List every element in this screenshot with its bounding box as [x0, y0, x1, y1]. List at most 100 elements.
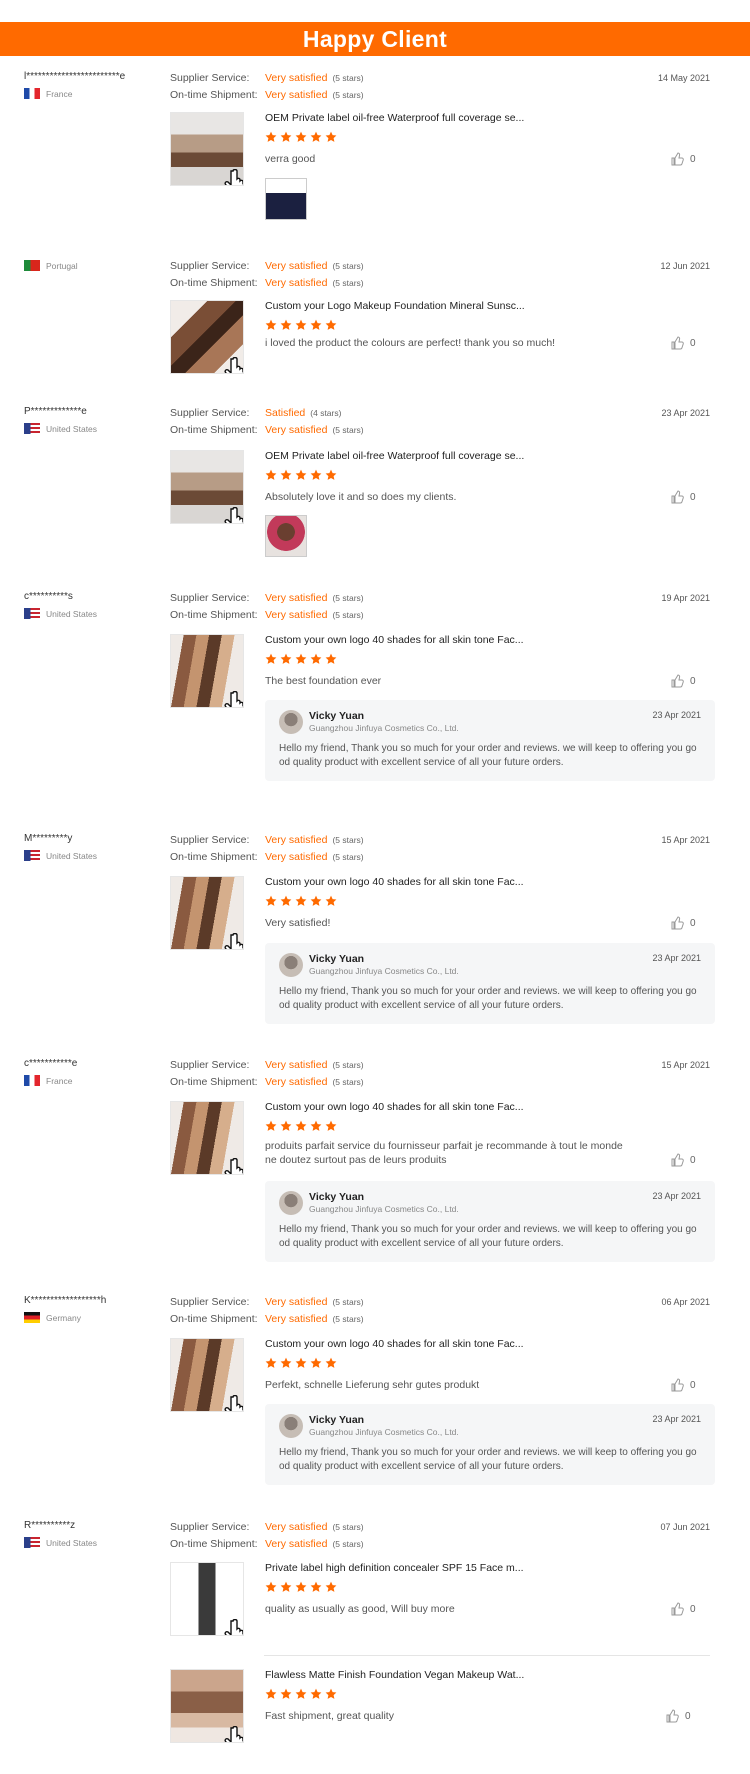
shipment-label: On-time Shipment: — [170, 851, 258, 863]
review-text: produits parfait service du fournisseur … — [265, 1140, 623, 1166]
like-button[interactable]: 0 — [670, 1602, 696, 1616]
avatar — [279, 953, 303, 977]
buyer-country: France — [24, 1075, 77, 1086]
product-thumbnail[interactable] — [170, 876, 244, 950]
germany-flag-icon — [24, 1312, 40, 1323]
thumbs-up-icon — [671, 916, 684, 930]
review-text: verra good — [265, 153, 316, 165]
reply-company: Guangzhou Jinfuya Cosmetics Co., Ltd. — [309, 723, 459, 733]
product-title[interactable]: Custom your own logo 40 shades for all s… — [265, 1101, 524, 1113]
star-icon — [265, 1120, 277, 1131]
star-icon — [280, 1688, 292, 1699]
like-button[interactable]: 0 — [665, 1709, 691, 1723]
like-button[interactable]: 0 — [670, 674, 696, 688]
avatar — [279, 710, 303, 734]
shipment-rating: Very satisfied — [265, 609, 328, 621]
like-count: 0 — [690, 337, 696, 349]
star-icon — [310, 469, 322, 480]
review-text: i loved the product the colours are perf… — [265, 337, 556, 349]
shipment-stars: (5 stars) — [332, 1077, 364, 1087]
country-label: United States — [46, 1537, 98, 1548]
reply-message: Hello my friend, Thank you so much for y… — [279, 1447, 697, 1472]
product-thumbnail[interactable] — [170, 300, 244, 374]
thumbs-up-icon — [671, 674, 684, 688]
product-thumbnail[interactable] — [170, 450, 244, 524]
country-label: Germany — [46, 1312, 81, 1323]
product-rating-stars — [265, 653, 337, 665]
product-thumbnail[interactable] — [170, 634, 244, 708]
buyer-country: United States — [24, 608, 97, 619]
country-label: United States — [46, 850, 98, 861]
country-label: France — [46, 88, 73, 99]
pointer-hand-icon — [224, 933, 243, 949]
product-rating-stars — [265, 1581, 337, 1593]
star-icon — [265, 1357, 277, 1368]
like-button[interactable]: 0 — [670, 152, 696, 166]
seller-reply: Vicky Yuan Guangzhou Jinfuya Cosmetics C… — [265, 700, 715, 781]
star-icon — [325, 1581, 337, 1592]
product-title[interactable]: Custom your Logo Makeup Foundation Miner… — [265, 300, 525, 312]
supplier-service-label: Supplier Service: — [170, 1296, 250, 1308]
product-thumbnail[interactable] — [170, 1101, 244, 1175]
supplier-stars: (5 stars) — [332, 1060, 364, 1070]
star-icon — [265, 469, 277, 480]
product-title[interactable]: Private label high definition concealer … — [265, 1562, 524, 1574]
reply-date: 23 Apr 2021 — [652, 953, 701, 963]
buyer-country: United States — [24, 850, 97, 861]
star-icon — [280, 131, 292, 142]
star-icon — [295, 1581, 307, 1592]
product-title[interactable]: Custom your own logo 40 shades for all s… — [265, 634, 524, 646]
product-thumbnail[interactable] — [170, 1669, 244, 1743]
pointer-hand-icon — [224, 357, 243, 373]
like-button[interactable]: 0 — [670, 490, 696, 504]
shipment-label: On-time Shipment: — [170, 609, 258, 621]
product-thumbnail[interactable] — [170, 112, 244, 186]
product-thumbnail[interactable] — [170, 1562, 244, 1636]
supplier-service-label: Supplier Service: — [170, 1521, 250, 1533]
star-icon — [280, 1357, 292, 1368]
star-icon — [265, 653, 277, 664]
like-button[interactable]: 0 — [670, 1378, 696, 1392]
star-icon — [325, 1688, 337, 1699]
product-title[interactable]: Custom your own logo 40 shades for all s… — [265, 876, 524, 888]
shipment-rating: Very satisfied — [265, 1076, 328, 1088]
reply-message: Hello my friend, Thank you so much for y… — [279, 743, 697, 768]
supplier-service-label: Supplier Service: — [170, 72, 250, 84]
star-icon — [295, 131, 307, 142]
like-button[interactable]: 0 — [670, 336, 696, 350]
review-date: 15 Apr 2021 — [661, 1060, 710, 1070]
like-count: 0 — [690, 1379, 696, 1391]
pointer-hand-icon — [224, 507, 243, 523]
like-button[interactable]: 0 — [670, 1153, 696, 1167]
seller-reply: Vicky Yuan Guangzhou Jinfuya Cosmetics C… — [265, 1404, 715, 1485]
star-icon — [295, 469, 307, 480]
buyer-country: Germany — [24, 1312, 106, 1323]
product-title[interactable]: Flawless Matte Finish Foundation Vegan M… — [265, 1669, 524, 1681]
product-title[interactable]: Custom your own logo 40 shades for all s… — [265, 1338, 524, 1350]
review-date: 19 Apr 2021 — [661, 593, 710, 603]
thumbs-up-icon — [671, 490, 684, 504]
product-thumbnail[interactable] — [170, 1338, 244, 1412]
buyer-name: R**********z — [24, 1520, 76, 1531]
review-photo[interactable] — [265, 178, 307, 220]
supplier-stars: (5 stars) — [332, 593, 364, 603]
review-text: Very satisfied! — [265, 917, 331, 929]
review-photo[interactable] — [265, 515, 307, 557]
like-button[interactable]: 0 — [670, 916, 696, 930]
buyer-name: c**********s — [24, 591, 73, 602]
star-icon — [295, 895, 307, 906]
avatar — [279, 1191, 303, 1215]
review-date: 12 Jun 2021 — [660, 261, 710, 271]
reply-date: 23 Apr 2021 — [652, 1191, 701, 1201]
star-icon — [265, 895, 277, 906]
product-rating-stars — [265, 1120, 337, 1132]
reply-message: Hello my friend, Thank you so much for y… — [279, 986, 697, 1011]
us-flag-icon — [24, 423, 40, 434]
product-title[interactable]: OEM Private label oil-free Waterproof fu… — [265, 450, 524, 462]
star-icon — [265, 131, 277, 142]
thumbs-up-icon — [671, 336, 684, 350]
supplier-service-label: Supplier Service: — [170, 834, 250, 846]
buyer-name: M*********y — [24, 833, 73, 844]
star-icon — [310, 1581, 322, 1592]
product-title[interactable]: OEM Private label oil-free Waterproof fu… — [265, 112, 524, 124]
